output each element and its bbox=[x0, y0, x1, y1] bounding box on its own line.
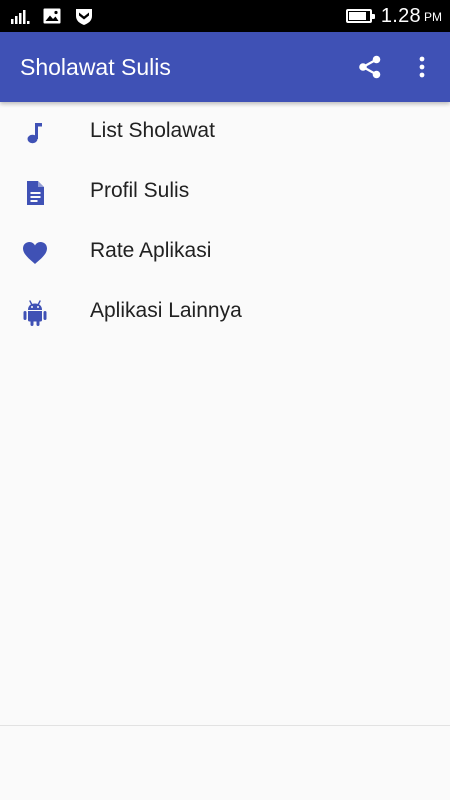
app-title: Sholawat Sulis bbox=[20, 54, 171, 80]
status-icons-right: 1.28 PM bbox=[345, 0, 442, 32]
menu-item-aplikasi-lainnya[interactable]: Aplikasi Lainnya bbox=[0, 282, 450, 342]
main-menu: List Sholawat Profil Sulis Rate Aplikasi bbox=[0, 102, 450, 342]
music-note-icon bbox=[21, 119, 49, 147]
menu-item-list-sholawat[interactable]: List Sholawat bbox=[0, 102, 450, 162]
menu-item-label: List Sholawat bbox=[90, 119, 215, 142]
status-ampm: PM bbox=[424, 10, 442, 24]
battery-icon bbox=[345, 9, 375, 23]
image-notification-icon bbox=[42, 6, 62, 26]
status-icons-left bbox=[10, 6, 106, 26]
menu-item-rate-aplikasi[interactable]: Rate Aplikasi bbox=[0, 222, 450, 282]
signal-icon bbox=[10, 6, 30, 26]
menu-item-label: Rate Aplikasi bbox=[90, 239, 212, 262]
heart-icon bbox=[21, 239, 49, 267]
more-options-button[interactable] bbox=[409, 54, 435, 80]
menu-item-label: Profil Sulis bbox=[90, 179, 190, 202]
document-icon bbox=[21, 179, 49, 207]
android-icon bbox=[21, 299, 49, 327]
menu-item-profil-sulis[interactable]: Profil Sulis bbox=[0, 162, 450, 222]
status-bar: 1.28 PM bbox=[0, 0, 450, 32]
status-time: 1.28 bbox=[380, 5, 421, 27]
share-button[interactable] bbox=[357, 54, 383, 80]
shield-notification-icon bbox=[74, 6, 94, 26]
bottom-area bbox=[0, 726, 450, 800]
more-vert-icon bbox=[419, 56, 425, 78]
app-bar: Sholawat Sulis bbox=[0, 32, 450, 102]
share-icon bbox=[359, 55, 381, 79]
battery-level bbox=[348, 12, 366, 20]
menu-item-label: Aplikasi Lainnya bbox=[90, 299, 242, 322]
